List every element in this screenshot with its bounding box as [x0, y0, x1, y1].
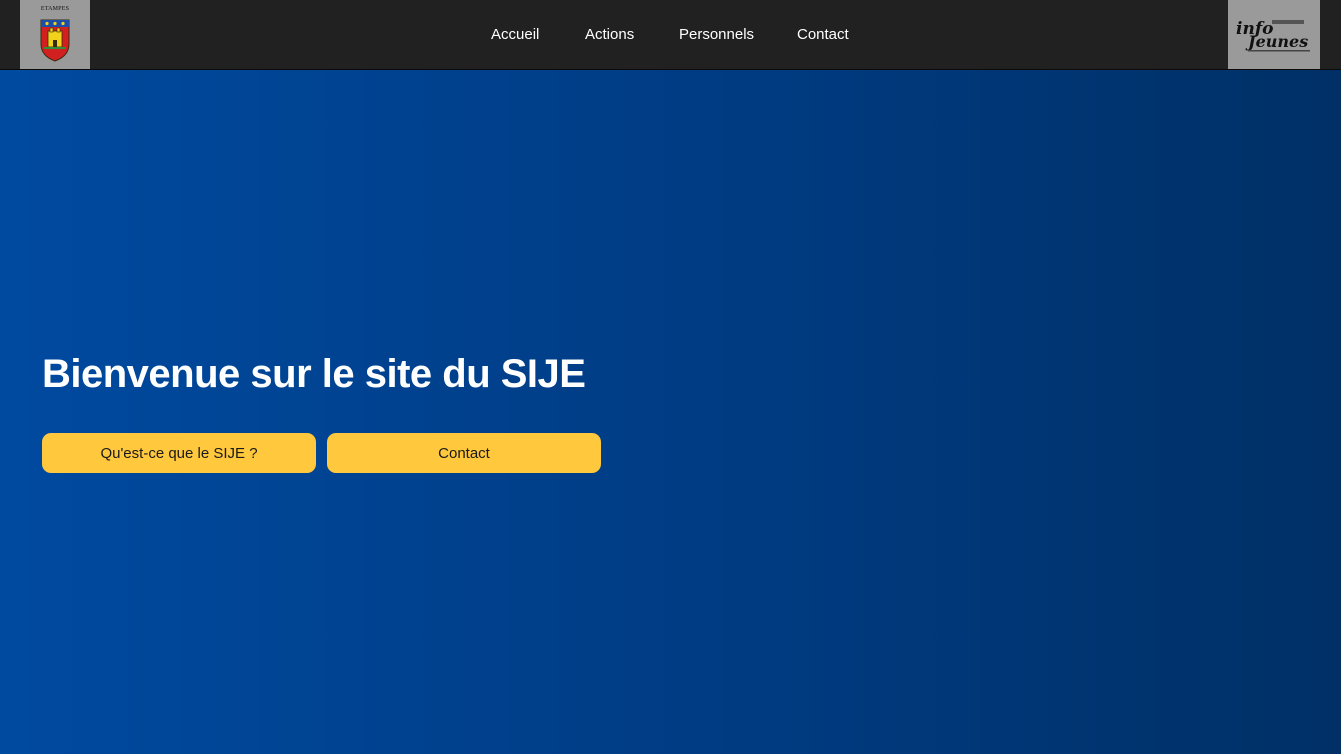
nav-personnels[interactable]: Personnels: [679, 0, 754, 69]
etampes-crest-icon: [40, 19, 70, 62]
etampes-wordmark: ETAMPES: [40, 6, 70, 12]
info-jeunes-logo-icon: info Jeunes: [1236, 19, 1310, 52]
page-title: Bienvenue sur le site du SIJE: [42, 352, 586, 396]
nav-accueil[interactable]: Accueil: [491, 0, 539, 69]
contact-button[interactable]: Contact: [327, 433, 601, 473]
nav-actions[interactable]: Actions: [585, 0, 634, 69]
svg-text:Jeunes: Jeunes: [1245, 32, 1308, 51]
nav-contact[interactable]: Contact: [797, 0, 849, 69]
info-jeunes-logo-link[interactable]: info Jeunes: [1228, 0, 1320, 69]
top-navigation-bar: ETAMPES Accueil Actions Personnels Conta…: [0, 0, 1341, 70]
etampes-logo-link[interactable]: ETAMPES: [20, 0, 90, 69]
what-is-sije-button[interactable]: Qu'est-ce que le SIJE ?: [42, 433, 316, 473]
